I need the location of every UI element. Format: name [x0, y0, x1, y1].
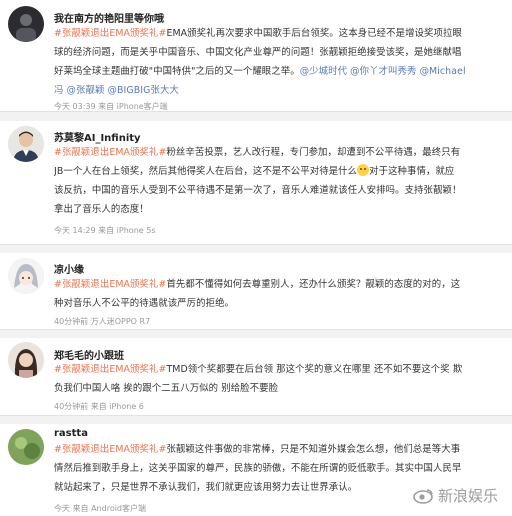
post-text-line: 该反抗，中国的音乐人受到不公平待遇不是第一次了，音乐人难道就该任人安排吗。支持张…: [54, 181, 502, 200]
post-text-segment: 首先都不懂得如何去尊重别人，还办什么颁奖？靓颖的态度的对的，这: [166, 279, 461, 290]
post-meta: 40分钟前 来自 iPhone 6: [54, 402, 144, 411]
post-meta: 今天 03:39 来自 iPhone客户端: [54, 102, 168, 111]
hashtag-link[interactable]: #张靓颖退出EMA颁奖礼#: [54, 279, 166, 290]
avatar-dark-icon: [8, 6, 44, 42]
avatar-green-icon: [8, 429, 44, 465]
weibo-post: 苏莫黎AI_Infinity #张靓颖退出EMA颁奖礼#粉丝辛苦投票，艺人改行程…: [0, 121, 512, 245]
username[interactable]: 凉小缘: [54, 261, 84, 276]
post-text-line: 情然后推到歌手身上，这关乎国家的尊严，民族的骄傲，不能在所谓的贬低歌手。其实中国…: [54, 459, 502, 478]
hashtag-link[interactable]: #张靓颖退出EMA颁奖礼#: [54, 364, 166, 375]
user-avatar[interactable]: [8, 429, 44, 465]
post-text-segment: JB一个人在台上领奖，然后其他得奖人在后台，这不是不公平对待是什么: [54, 166, 358, 177]
avatar-girl-icon: [8, 342, 44, 378]
user-avatar[interactable]: [8, 6, 44, 42]
post-text-line: 种对音乐人不公平的待遇就该严厉的拒绝。: [54, 294, 502, 313]
post-meta: 40分钟前 万人迷OPPO R7: [54, 317, 151, 326]
mention-link[interactable]: 冯 @张靓颖 @BIGBIG张大大: [54, 85, 179, 96]
hashtag-link[interactable]: #张靓颖退出EMA颁奖礼#: [54, 28, 166, 39]
user-avatar[interactable]: [8, 258, 44, 294]
post-text-segment: 粉丝辛苦投票，艺人改行程，专门参加，却遭到不公平待遇，最终只有: [166, 147, 461, 158]
user-avatar[interactable]: [8, 126, 44, 162]
post-text-segment: 张靓颖这件事做的非常棒，只是不知道外媒会怎么想，他们总是等大事: [166, 444, 461, 455]
post-text-segment: 种对音乐人不公平的待遇就该严厉的拒绝。: [54, 298, 235, 309]
post-text-line: JB一个人在台上领奖，然后其他得奖人在后台，这不是不公平对待是什么 对于这种事情，…: [54, 162, 502, 181]
username[interactable]: rastta: [54, 428, 88, 439]
user-avatar[interactable]: [8, 342, 44, 378]
post-text-line: #张靓颖退出EMA颁奖礼#TMD领个奖都要在后台领 那这个奖的意义在哪里 还不如…: [54, 360, 502, 379]
post-text: #张靓颖退出EMA颁奖礼#TMD领个奖都要在后台领 那这个奖的意义在哪里 还不如…: [54, 360, 502, 398]
post-text-line: #张靓颖退出EMA颁奖礼#张靓颖这件事做的非常棒，只是不知道外媒会怎么想，他们总…: [54, 440, 502, 459]
post-text-line: #张靓颖退出EMA颁奖礼#EMA颁奖礼再次要求中国歌手后台领奖。这本身已经不是增…: [54, 24, 502, 43]
avatar-anime-icon: [8, 258, 44, 294]
post-text-line: #张靓颖退出EMA颁奖礼#首先都不懂得如何去尊重别人，还办什么颁奖？靓颖的态度的…: [54, 275, 502, 294]
weibo-post: 郑毛毛的小跟班 #张靓颖退出EMA颁奖礼#TMD领个奖都要在后台领 那这个奖的意…: [0, 338, 512, 416]
post-text-segment: TMD领个奖都要在后台领 那这个奖的意义在哪里 还不如不要这个奖 欺: [166, 364, 463, 375]
post-text-line: 冯 @张靓颖 @BIGBIG张大大: [54, 81, 502, 100]
weibo-post: 我在南方的艳阳里等你哦 #张靓颖退出EMA颁奖礼#EMA颁奖礼再次要求中国歌手后…: [0, 0, 512, 112]
watermark-label: 新浪娱乐: [437, 487, 498, 505]
weibo-eye-icon: [412, 488, 434, 504]
post-text: #张靓颖退出EMA颁奖礼#首先都不懂得如何去尊重别人，还办什么颁奖？靓颖的态度的…: [54, 275, 502, 313]
post-text-line: 球的经济问题，而是关乎中国音乐、中国文化产业尊严的问题！张靓颖拒绝接受该奖，是她…: [54, 43, 502, 62]
post-text-segment: 拿出了音乐人的态度！: [54, 204, 149, 215]
hashtag-link[interactable]: #张靓颖退出EMA颁奖礼#: [54, 444, 166, 455]
post-text-line: 拿出了音乐人的态度！: [54, 200, 502, 219]
post-text-line: 负我们中国人咯 挨的跟个二五八万似的 别给脸不要脸: [54, 379, 502, 398]
username[interactable]: 苏莫黎AI_Infinity: [54, 129, 141, 144]
post-text: #张靓颖退出EMA颁奖礼#EMA颁奖礼再次要求中国歌手后台领奖。这本身已经不是增…: [54, 24, 502, 100]
post-text-segment: 情然后推到歌手身上，这关乎国家的尊严，民族的骄傲，不能在所谓的贬低歌手。其实中国…: [54, 463, 462, 474]
mention-link[interactable]: @少城时代 @你丫才叫秀秀 @Michael: [300, 66, 466, 77]
post-text-segment: 对于这种事情，就应: [369, 166, 455, 177]
post-text: #张靓颖退出EMA颁奖礼#粉丝辛苦投票，艺人改行程，专门参加，却遭到不公平待遇，…: [54, 143, 502, 219]
weibo-post: 凉小缘 #张靓颖退出EMA颁奖礼#首先都不懂得如何去尊重别人，还办什么颁奖？靓颖…: [0, 253, 512, 330]
post-text-segment: 球的经济问题，而是关乎中国音乐、中国文化产业尊严的问题！张靓颖拒绝接受该奖，是她…: [54, 47, 462, 58]
smile-emoji-icon: [357, 164, 370, 176]
post-text-segment: 好莱坞全球主题曲打破"中国特供"之后的又一个耀眼之举。: [54, 66, 300, 77]
post-text-segment: EMA颁奖礼再次要求中国歌手后台领奖。这本身已经不是增设奖项拉眼: [166, 28, 462, 39]
post-meta: 今天 14:29 来自 iPhone 5s: [54, 226, 156, 235]
post-text-segment: 负我们中国人咯 挨的跟个二五八万似的 别给脸不要脸: [54, 383, 279, 394]
hashtag-link[interactable]: #张靓颖退出EMA颁奖礼#: [54, 147, 166, 158]
post-meta: 今天 来自 Android客户端: [54, 504, 147, 513]
sina-ent-watermark: 新浪娱乐: [412, 485, 498, 506]
username[interactable]: 我在南方的艳阳里等你哦: [54, 10, 164, 25]
post-text-segment: 就站起来了，只是世界不承认我们，我们就更应该用努力去让世界承认。: [54, 482, 358, 493]
post-text-line: #张靓颖退出EMA颁奖礼#粉丝辛苦投票，艺人改行程，专门参加，却遭到不公平待遇，…: [54, 143, 502, 162]
avatar-man-icon: [8, 126, 44, 162]
post-text-line: 好莱坞全球主题曲打破"中国特供"之后的又一个耀眼之举。@少城时代 @你丫才叫秀秀…: [54, 62, 502, 81]
post-text-segment: 该反抗，中国的音乐人受到不公平待遇不是第一次了，音乐人难道就该任人安排吗。支持张…: [54, 185, 462, 196]
